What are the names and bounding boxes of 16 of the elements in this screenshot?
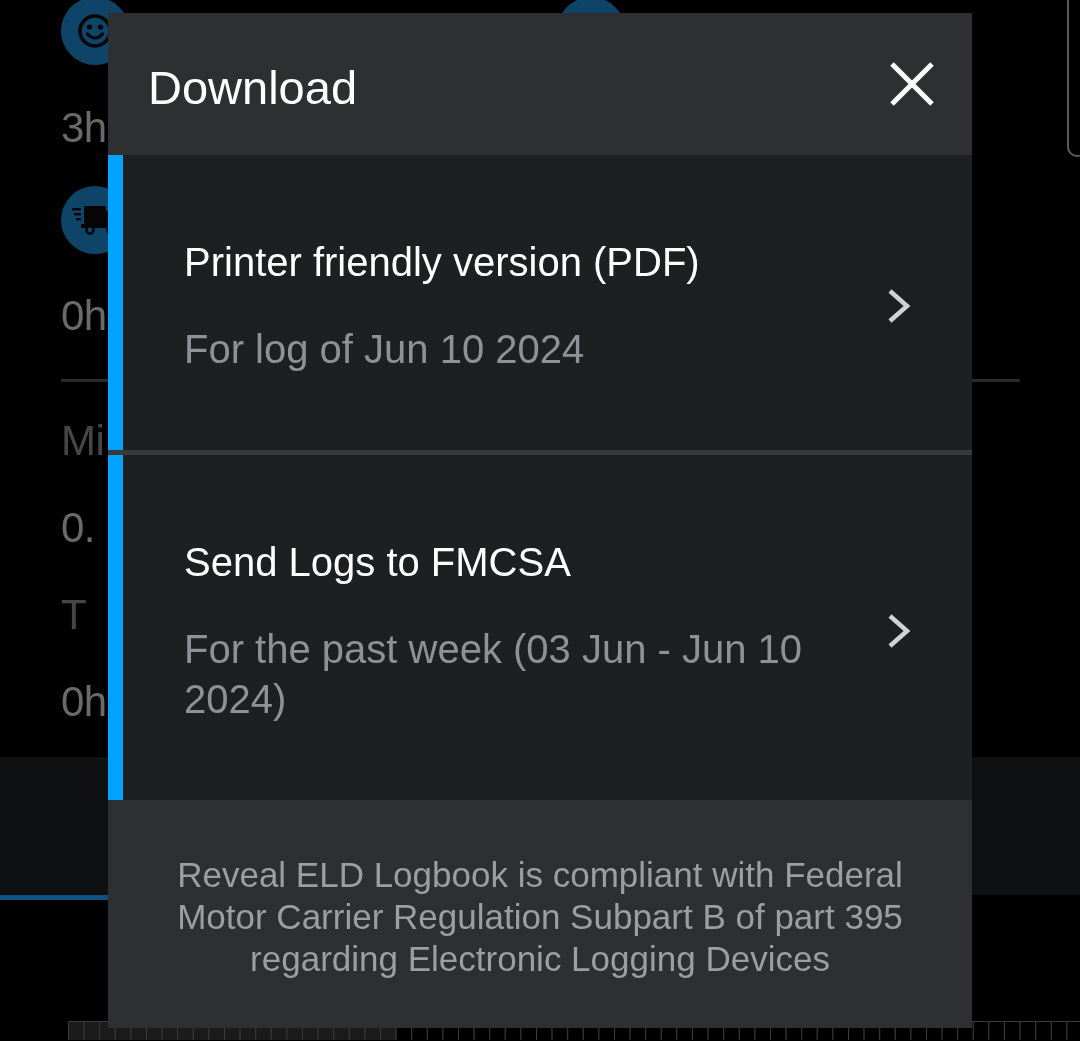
option-subtitle: For the past week (03 Jun - Jun 10 2024) — [184, 626, 804, 723]
stat-value: 0h — [61, 677, 107, 727]
option-title: Send Logs to FMCSA — [184, 539, 572, 586]
stat-value: 0h — [61, 291, 107, 341]
stat-value: 3h — [61, 103, 107, 153]
stat-label: T — [61, 590, 87, 640]
chevron-right-icon — [886, 612, 912, 649]
dialog-title: Download — [148, 60, 358, 116]
option-subtitle: For log of Jun 10 2024 — [184, 326, 586, 373]
close-button[interactable] — [890, 62, 934, 106]
stat-value: 0. — [61, 503, 96, 553]
compliance-note: Reveal ELD Logbook is compliant with Federal Motor Carrier Regulation Subpart B of part 395 regarding Electronic Logging Devices — [176, 854, 904, 980]
close-icon — [890, 62, 934, 106]
stat-label: Mi — [61, 416, 105, 466]
option-title: Printer friendly version (PDF) — [184, 239, 701, 286]
chevron-right-icon — [886, 287, 912, 324]
